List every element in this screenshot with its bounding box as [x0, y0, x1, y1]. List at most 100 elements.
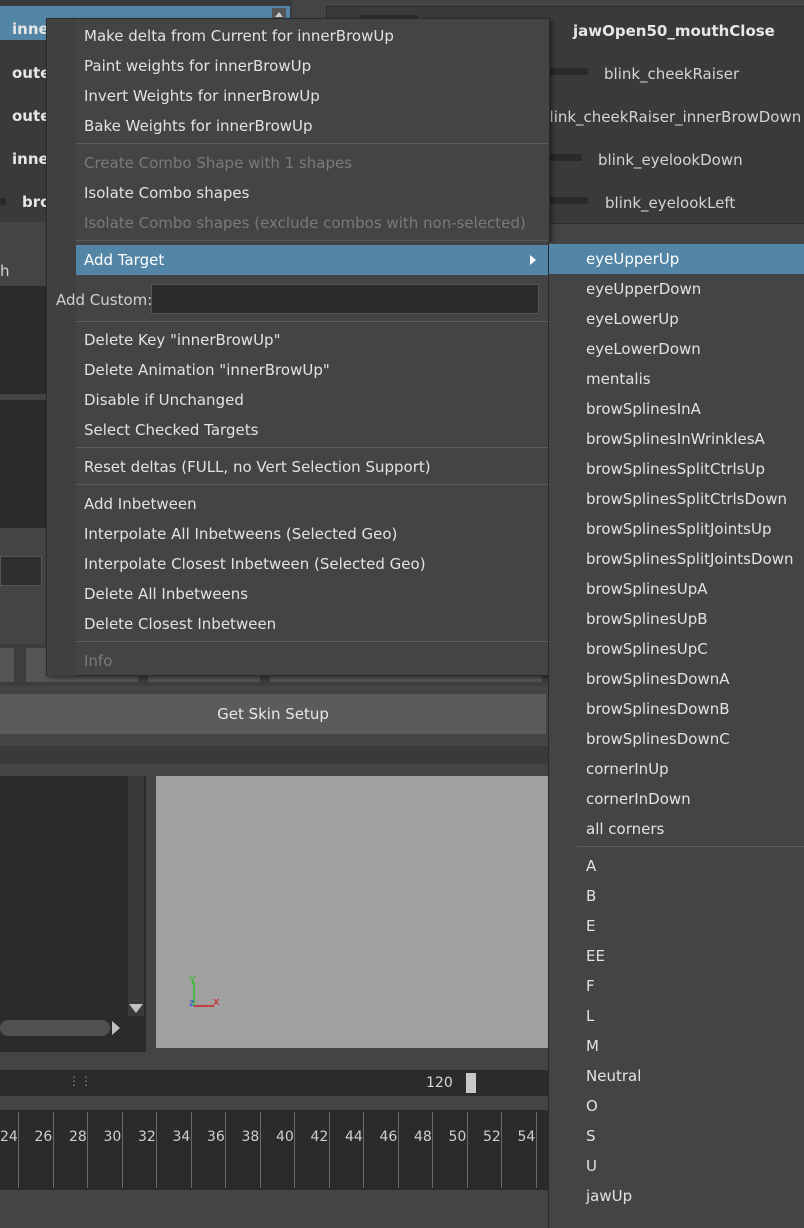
menu-item-delete-all-inbetweens[interactable]: Delete All Inbetweens: [76, 579, 548, 609]
submenu-target-item[interactable]: mentalis: [549, 364, 804, 394]
right-list-item[interactable]: blink_eyelookLeft: [605, 194, 735, 212]
submenu-viseme-item[interactable]: L: [549, 1001, 804, 1031]
scroll-down-icon[interactable]: [129, 1004, 143, 1013]
menu-item-delete-animation[interactable]: Delete Animation "innerBrowUp": [76, 355, 548, 385]
menu-separator: [76, 447, 548, 448]
add-target-label: Add Target: [84, 251, 165, 269]
timeline-tick-label: 36: [207, 1129, 225, 1145]
timeline-tick-label: 26: [34, 1129, 53, 1145]
submenu-viseme-item[interactable]: B: [549, 881, 804, 911]
submenu-target-item[interactable]: browSplinesInA: [549, 394, 804, 424]
submenu-target-item[interactable]: browSplinesUpB: [549, 604, 804, 634]
submenu-viseme-item[interactable]: jawUp: [549, 1181, 804, 1211]
timeline-tick-label: 48: [414, 1129, 432, 1145]
menu-item-add-target[interactable]: Add Target: [76, 245, 548, 275]
submenu-target-item[interactable]: browSplinesUpA: [549, 574, 804, 604]
right-list-item[interactable]: blink_eyelookDown: [598, 151, 743, 169]
submenu-viseme-item[interactable]: S: [549, 1121, 804, 1151]
submenu-target-item[interactable]: browSplinesSplitCtrlsDown: [549, 484, 804, 514]
submenu-target-item[interactable]: browSplinesDownB: [549, 694, 804, 724]
left-list-item[interactable]: inne: [12, 150, 49, 168]
menu-item-disable-unchanged[interactable]: Disable if Unchanged: [76, 385, 548, 415]
submenu-separator: [577, 846, 804, 847]
submenu-target-item[interactable]: browSplinesInWrinklesA: [549, 424, 804, 454]
submenu-target-item[interactable]: browSplinesDownC: [549, 724, 804, 754]
submenu-viseme-item[interactable]: A: [549, 851, 804, 881]
outliner-vscroll[interactable]: [128, 776, 144, 1016]
add-custom-input[interactable]: [151, 284, 539, 314]
submenu-viseme-item[interactable]: Neutral: [549, 1061, 804, 1091]
menu-item-isolate-combo[interactable]: Isolate Combo shapes: [76, 178, 548, 208]
timeline-tick-label: 24: [0, 1129, 18, 1145]
right-list-item[interactable]: blink_cheekRaiser: [604, 65, 739, 83]
submenu-target-item[interactable]: browSplinesSplitJointsDown: [549, 544, 804, 574]
menu-item-interpolate-closest[interactable]: Interpolate Closest Inbetween (Selected …: [76, 549, 548, 579]
left-list-item[interactable]: oute: [12, 107, 50, 125]
submenu-target-item[interactable]: browSplinesSplitCtrlsUp: [549, 454, 804, 484]
submenu-target-item[interactable]: browSplinesDownA: [549, 664, 804, 694]
timeline-tick: [466, 1112, 468, 1188]
range-end-handle[interactable]: [466, 1073, 476, 1093]
menu-separator: [76, 484, 548, 485]
scroll-right-icon[interactable]: [112, 1021, 120, 1035]
submenu-target-item[interactable]: browSplinesSplitJointsUp: [549, 514, 804, 544]
frame-end-value: 120: [426, 1075, 453, 1091]
timeline-tick-label: 34: [172, 1129, 191, 1145]
submenu-target-item[interactable]: eyeLowerDown: [549, 334, 804, 364]
right-slider[interactable]: [548, 68, 588, 75]
menu-item-interpolate-all[interactable]: Interpolate All Inbetweens (Selected Geo…: [76, 519, 548, 549]
timeline-tick-label: 50: [448, 1129, 467, 1145]
submenu-viseme-item[interactable]: E: [549, 911, 804, 941]
timeline-tick: [294, 1112, 295, 1188]
menu-item-select-checked[interactable]: Select Checked Targets: [76, 415, 548, 445]
submenu-target-item[interactable]: cornerInDown: [549, 784, 804, 814]
submenu-target-item[interactable]: browSplinesUpC: [549, 634, 804, 664]
bg-button[interactable]: [0, 648, 14, 682]
timeline-tick: [225, 1112, 226, 1188]
submenu-viseme-item[interactable]: U: [549, 1151, 804, 1181]
left-list-slider[interactable]: [0, 198, 6, 205]
submenu-arrow-icon: [530, 255, 536, 265]
menu-item-delete-closest-inbetween[interactable]: Delete Closest Inbetween: [76, 609, 548, 639]
submenu-viseme-item[interactable]: EE: [549, 941, 804, 971]
timeline-tick-label: 46: [379, 1129, 398, 1145]
menu-separator: [76, 143, 548, 144]
left-list-item[interactable]: oute: [12, 64, 50, 82]
submenu-target-item[interactable]: cornerInUp: [549, 754, 804, 784]
submenu-target-item[interactable]: eyeUpperUp: [549, 244, 804, 274]
menu-item-bake-weights[interactable]: Bake Weights for innerBrowUp: [76, 111, 548, 141]
timeline-tick-label: 28: [69, 1129, 87, 1145]
menu-item-make-delta[interactable]: Make delta from Current for innerBrowUp: [76, 21, 548, 51]
right-list-item[interactable]: blink_cheekRaiser_innerBrowDown: [540, 108, 801, 126]
submenu-target-item[interactable]: all corners: [549, 814, 804, 844]
timeline-tick: [156, 1112, 157, 1188]
menu-separator: [76, 240, 548, 241]
menu-item-reset-deltas[interactable]: Reset deltas (FULL, no Vert Selection Su…: [76, 452, 548, 482]
submenu-target-item[interactable]: eyeLowerUp: [549, 304, 804, 334]
timeline-tick: [259, 1112, 261, 1188]
grip-icon[interactable]: ⋮⋮: [68, 1074, 92, 1088]
right-list-item[interactable]: jawOpen50_mouthClose: [573, 22, 775, 40]
axis-gizmo-icon: Y z x: [188, 974, 220, 1009]
menu-item-add-inbetween[interactable]: Add Inbetween: [76, 489, 548, 519]
svg-text:Y: Y: [188, 974, 196, 987]
right-slider[interactable]: [548, 154, 582, 161]
left-list-item[interactable]: inne: [12, 20, 49, 38]
left-label-fragment: h: [0, 262, 10, 280]
left-field[interactable]: [0, 556, 42, 586]
menu-item-delete-key[interactable]: Delete Key "innerBrowUp": [76, 325, 548, 355]
menu-item-isolate-combo-exclude: Isolate Combo shapes (exclude combos wit…: [84, 214, 526, 232]
submenu-viseme-item[interactable]: M: [549, 1031, 804, 1061]
timeline-tick: [432, 1112, 433, 1188]
outliner-hscroll[interactable]: [0, 1020, 110, 1036]
right-slider[interactable]: [548, 197, 588, 204]
submenu-viseme-item[interactable]: O: [549, 1091, 804, 1121]
submenu-target-item[interactable]: eyeUpperDown: [549, 274, 804, 304]
menu-item-invert-weights[interactable]: Invert Weights for innerBrowUp: [76, 81, 548, 111]
left-panel-dark: [0, 286, 46, 394]
menu-item-paint-weights[interactable]: Paint weights for innerBrowUp: [76, 51, 548, 81]
timeline-tick: [121, 1112, 123, 1188]
submenu-viseme-item[interactable]: F: [549, 971, 804, 1001]
left-panel-dark: [0, 400, 46, 528]
get-skin-setup-button[interactable]: Get Skin Setup: [0, 694, 546, 734]
